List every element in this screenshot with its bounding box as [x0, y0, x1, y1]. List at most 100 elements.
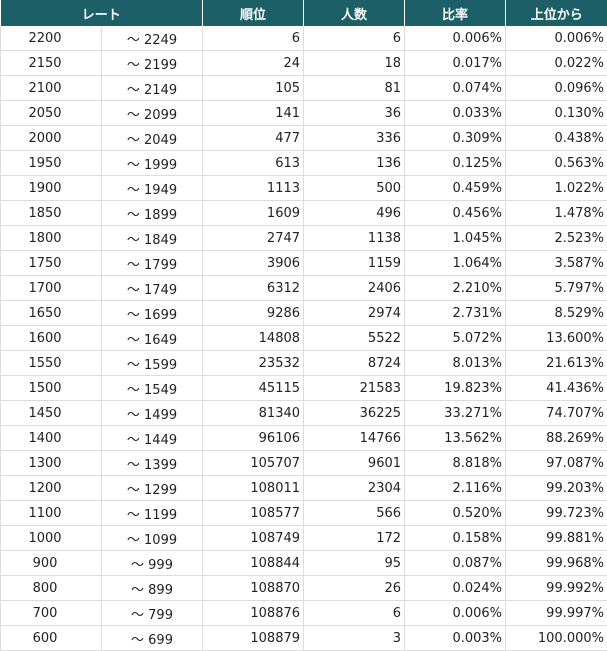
table-row: 1600 ～ 1649 14808 5522 5.072% 13.600% [0, 325, 607, 351]
table-header: レート 順位 人数 比率 上位から [0, 0, 607, 26]
ratio-cell: 19.823% [404, 375, 506, 401]
rate-to-cell: ～ 799 [100, 600, 203, 626]
count-cell: 36225 [303, 400, 405, 426]
rate-from-cell: 2150 [0, 50, 102, 76]
rate-from-cell: 1750 [0, 250, 102, 276]
rate-to-cell: ～ 1199 [100, 500, 203, 526]
cumulative-cell: 1.478% [505, 200, 607, 226]
header-count: 人数 [303, 0, 405, 26]
rank-cell: 3906 [202, 250, 304, 276]
rank-cell: 108749 [202, 525, 304, 551]
table-row: 600 ～ 699 108879 3 0.003% 100.000% [0, 625, 607, 651]
table-row: 1850 ～ 1899 1609 496 0.456% 1.478% [0, 200, 607, 226]
rank-cell: 14808 [202, 325, 304, 351]
table-row: 1300 ～ 1399 105707 9601 8.818% 97.087% [0, 450, 607, 476]
table-row: 1400 ～ 1449 96106 14766 13.562% 88.269% [0, 425, 607, 451]
cumulative-cell: 1.022% [505, 175, 607, 201]
rate-from-cell: 1650 [0, 300, 102, 326]
rate-to-cell: ～ 999 [100, 550, 203, 576]
rate-to-cell: ～ 2199 [100, 50, 203, 76]
ratio-cell: 0.074% [404, 75, 506, 101]
rank-cell: 23532 [202, 350, 304, 376]
rate-to-cell: ～ 2149 [100, 75, 203, 101]
rate-from-cell: 1500 [0, 375, 102, 401]
count-cell: 336 [303, 125, 405, 151]
count-cell: 136 [303, 150, 405, 176]
count-cell: 1138 [303, 225, 405, 251]
rate-from-cell: 1800 [0, 225, 102, 251]
table-row: 1000 ～ 1099 108749 172 0.158% 99.881% [0, 525, 607, 551]
rate-to-cell: ～ 1799 [100, 250, 203, 276]
rate-from-cell: 1000 [0, 525, 102, 551]
ratio-cell: 0.087% [404, 550, 506, 576]
rate-from-cell: 1550 [0, 350, 102, 376]
table-row: 1800 ～ 1849 2747 1138 1.045% 2.523% [0, 225, 607, 251]
count-cell: 21583 [303, 375, 405, 401]
count-cell: 500 [303, 175, 405, 201]
count-cell: 1159 [303, 250, 405, 276]
rank-cell: 6312 [202, 275, 304, 301]
rate-to-cell: ～ 1449 [100, 425, 203, 451]
rank-cell: 105707 [202, 450, 304, 476]
cumulative-cell: 99.992% [505, 575, 607, 601]
rank-cell: 108870 [202, 575, 304, 601]
rank-cell: 477 [202, 125, 304, 151]
ratio-cell: 0.456% [404, 200, 506, 226]
rate-from-cell: 1450 [0, 400, 102, 426]
ratio-cell: 0.006% [404, 26, 506, 51]
count-cell: 5522 [303, 325, 405, 351]
ratio-cell: 13.562% [404, 425, 506, 451]
ratio-cell: 0.459% [404, 175, 506, 201]
cumulative-cell: 99.968% [505, 550, 607, 576]
table-row: 2050 ～ 2099 141 36 0.033% 0.130% [0, 100, 607, 126]
table-row: 2200 ～ 2249 6 6 0.006% 0.006% [0, 26, 607, 51]
cumulative-cell: 88.269% [505, 425, 607, 451]
table-row: 1750 ～ 1799 3906 1159 1.064% 3.587% [0, 250, 607, 276]
cumulative-cell: 0.006% [505, 26, 607, 51]
count-cell: 3 [303, 625, 405, 651]
table-row: 800 ～ 899 108870 26 0.024% 99.992% [0, 575, 607, 601]
table-row: 1550 ～ 1599 23532 8724 8.013% 21.613% [0, 350, 607, 376]
ratio-cell: 1.064% [404, 250, 506, 276]
rank-cell: 1113 [202, 175, 304, 201]
count-cell: 172 [303, 525, 405, 551]
rate-to-cell: ～ 1899 [100, 200, 203, 226]
rate-to-cell: ～ 1649 [100, 325, 203, 351]
rate-from-cell: 1100 [0, 500, 102, 526]
rate-to-cell: ～ 899 [100, 575, 203, 601]
rank-cell: 108577 [202, 500, 304, 526]
rate-from-cell: 1600 [0, 325, 102, 351]
header-rank: 順位 [202, 0, 304, 26]
table-row: 2150 ～ 2199 24 18 0.017% 0.022% [0, 50, 607, 76]
ratio-cell: 0.003% [404, 625, 506, 651]
cumulative-cell: 100.000% [505, 625, 607, 651]
rate-from-cell: 800 [0, 575, 102, 601]
count-cell: 14766 [303, 425, 405, 451]
count-cell: 18 [303, 50, 405, 76]
cumulative-cell: 13.600% [505, 325, 607, 351]
table-row: 1950 ～ 1999 613 136 0.125% 0.563% [0, 150, 607, 176]
table-row: 1700 ～ 1749 6312 2406 2.210% 5.797% [0, 275, 607, 301]
rate-from-cell: 2050 [0, 100, 102, 126]
rank-cell: 141 [202, 100, 304, 126]
count-cell: 566 [303, 500, 405, 526]
cumulative-cell: 41.436% [505, 375, 607, 401]
ratio-cell: 0.024% [404, 575, 506, 601]
rate-from-cell: 1850 [0, 200, 102, 226]
cumulative-cell: 74.707% [505, 400, 607, 426]
rate-to-cell: ～ 1549 [100, 375, 203, 401]
count-cell: 95 [303, 550, 405, 576]
ratio-cell: 8.013% [404, 350, 506, 376]
rank-cell: 108844 [202, 550, 304, 576]
rank-cell: 24 [202, 50, 304, 76]
rate-from-cell: 600 [0, 625, 102, 651]
rate-to-cell: ～ 699 [100, 625, 203, 651]
count-cell: 81 [303, 75, 405, 101]
cumulative-cell: 99.997% [505, 600, 607, 626]
count-cell: 26 [303, 575, 405, 601]
ratio-cell: 0.033% [404, 100, 506, 126]
rate-to-cell: ～ 1299 [100, 475, 203, 501]
rank-cell: 45115 [202, 375, 304, 401]
cumulative-cell: 0.096% [505, 75, 607, 101]
count-cell: 6 [303, 26, 405, 51]
